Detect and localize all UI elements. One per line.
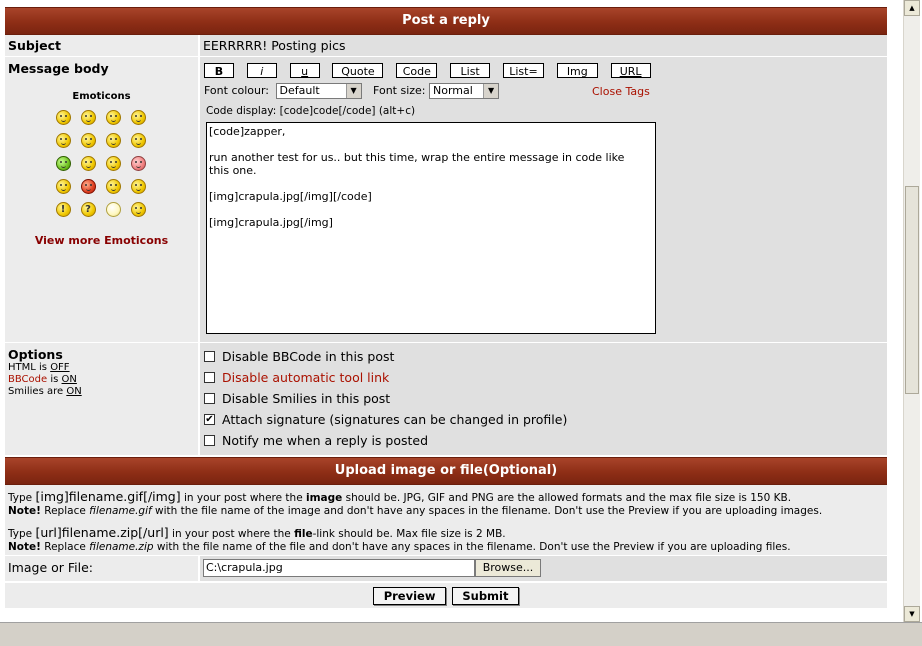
options-right: Disable BBCode in this post Disable auto…	[198, 343, 887, 455]
bbcode-link[interactable]: BBCode	[8, 374, 47, 385]
exclamation-icon[interactable]: !	[55, 202, 71, 217]
smiley-wink-icon[interactable]	[130, 179, 146, 194]
upload-file-note: Note! Replace filename.zip with the file…	[8, 541, 791, 553]
smiley-embarrassed-icon[interactable]	[105, 156, 121, 171]
smiley-smile-icon[interactable]	[80, 110, 96, 125]
chevron-down-icon: ▼	[483, 84, 499, 98]
option-attach-signature[interactable]: ✔ Attach signature (signatures can be cha…	[204, 409, 884, 430]
smiley-cool-icon[interactable]	[105, 133, 121, 148]
vertical-scrollbar[interactable]: ▲ ▼	[903, 0, 920, 622]
bbcode-status: BBCode is ON	[8, 374, 77, 385]
option-disable-tool-link[interactable]: Disable automatic tool link	[204, 367, 884, 388]
checkbox[interactable]	[204, 393, 215, 404]
action-bar: Preview Submit	[5, 582, 887, 608]
message-textarea[interactable]: [code]zapper, run another test for us.. …	[206, 122, 656, 334]
subject-label: Subject	[5, 35, 198, 56]
close-tags-link[interactable]: Close Tags	[592, 85, 650, 98]
options-left: Options HTML is OFF BBCode is ON Smilies…	[5, 343, 198, 455]
checkbox-checked[interactable]: ✔	[204, 414, 215, 425]
code-button[interactable]: Code	[396, 63, 438, 78]
question-icon[interactable]: ?	[80, 202, 96, 217]
upload-file-instruction: Type [url]filename.zip[/url] in your pos…	[8, 525, 506, 540]
bbcode-toolbar: B i u Quote Code List List= Img URL	[204, 63, 660, 78]
subject-row: Subject EERRRRR! Posting pics	[5, 35, 887, 57]
option-disable-smilies[interactable]: Disable Smilies in this post	[204, 388, 884, 409]
underline-button[interactable]: u	[289, 63, 320, 78]
font-size-label: Font size:	[373, 84, 426, 97]
smiley-laughing-icon[interactable]	[130, 133, 146, 148]
font-size-value: Normal	[433, 84, 473, 97]
html-status-value: OFF	[50, 362, 70, 373]
smiley-confused-icon[interactable]	[80, 133, 96, 148]
bold-button[interactable]: B	[204, 63, 234, 78]
italic-button[interactable]: i	[246, 63, 277, 78]
preview-button[interactable]: Preview	[373, 587, 447, 605]
url-button[interactable]: URL	[610, 63, 651, 78]
option-notify-reply[interactable]: Notify me when a reply is posted	[204, 430, 884, 451]
options-label: Options	[8, 347, 63, 362]
post-reply-form: Post a reply Subject EERRRRR! Posting pi…	[5, 7, 887, 608]
smiley-crying-icon[interactable]	[130, 156, 146, 171]
browse-button[interactable]: Browse...	[475, 559, 541, 577]
emoticons-title: Emoticons	[72, 91, 131, 102]
font-controls: Font colour: Default ▼ Font size: Normal…	[204, 83, 500, 99]
font-colour-value: Default	[279, 84, 320, 97]
font-size-select[interactable]: Normal ▼	[429, 83, 500, 99]
smiley-neutral-icon[interactable]	[130, 202, 146, 217]
file-input[interactable]: C:\crapula.jpg	[203, 559, 475, 577]
help-line: Code display: [code]code[/code] (alt+c)	[206, 105, 416, 117]
font-colour-select[interactable]: Default ▼	[275, 83, 362, 99]
smilies-status: Smilies are ON	[8, 386, 82, 397]
browser-status-bar	[0, 622, 922, 646]
smiley-mad-icon[interactable]	[55, 156, 71, 171]
scroll-down-icon[interactable]: ▼	[904, 606, 920, 622]
message-body-label: Message body	[8, 61, 109, 76]
file-right: C:\crapula.jpg Browse...	[198, 556, 887, 581]
smiley-rolling-eyes-icon[interactable]	[105, 179, 121, 194]
submit-button[interactable]: Submit	[451, 587, 519, 605]
font-colour-label: Font colour:	[204, 84, 270, 97]
emoticon-grid: ! ?	[8, 110, 195, 217]
checkbox[interactable]	[204, 372, 215, 383]
smiley-surprised-icon[interactable]	[130, 110, 146, 125]
upload-image-note: Note! Replace filename.gif with the file…	[8, 505, 823, 517]
message-right: B i u Quote Code List List= Img URL Font…	[198, 57, 887, 342]
smilies-status-value: ON	[66, 386, 82, 397]
post-reply-header: Post a reply	[5, 7, 887, 35]
file-label: Image or File:	[5, 556, 198, 581]
smiley-evil-icon[interactable]	[55, 179, 71, 194]
html-status: HTML is OFF	[8, 362, 70, 373]
option-disable-bbcode[interactable]: Disable BBCode in this post	[204, 346, 884, 367]
smiley-razz-icon[interactable]	[80, 156, 96, 171]
list-button[interactable]: List	[450, 63, 491, 78]
upload-header: Upload image or file(Optional)	[5, 457, 887, 485]
chevron-down-icon: ▼	[345, 84, 361, 98]
ordered-list-button[interactable]: List=	[502, 63, 544, 78]
scroll-up-icon[interactable]: ▲	[904, 0, 920, 16]
smiley-sad-icon[interactable]	[105, 110, 121, 125]
smiley-very-happy-icon[interactable]	[55, 110, 71, 125]
upload-image-instruction: Type [img]filename.gif[/img] in your pos…	[8, 489, 792, 504]
options-row: Options HTML is OFF BBCode is ON Smilies…	[5, 343, 887, 456]
scrollbar-thumb[interactable]	[905, 186, 919, 394]
image-button[interactable]: Img	[556, 63, 598, 78]
smiley-twisted-icon[interactable]	[80, 179, 96, 194]
idea-bulb-icon[interactable]	[105, 202, 121, 217]
upload-instructions: Type [img]filename.gif[/img] in your pos…	[5, 485, 887, 555]
checkbox[interactable]	[204, 435, 215, 446]
view-more-emoticons-link[interactable]: View more Emoticons	[8, 234, 195, 247]
smiley-shocked-icon[interactable]	[55, 133, 71, 148]
file-row: Image or File: C:\crapula.jpg Browse...	[5, 555, 887, 582]
subject-value[interactable]: EERRRRR! Posting pics	[198, 35, 887, 56]
bbcode-status-value: ON	[61, 374, 77, 385]
checkbox[interactable]	[204, 351, 215, 362]
message-left: Message body Emoticons ! ? View more Emo…	[5, 57, 198, 342]
message-row: Message body Emoticons ! ? View more Emo…	[5, 57, 887, 343]
quote-button[interactable]: Quote	[332, 63, 384, 78]
